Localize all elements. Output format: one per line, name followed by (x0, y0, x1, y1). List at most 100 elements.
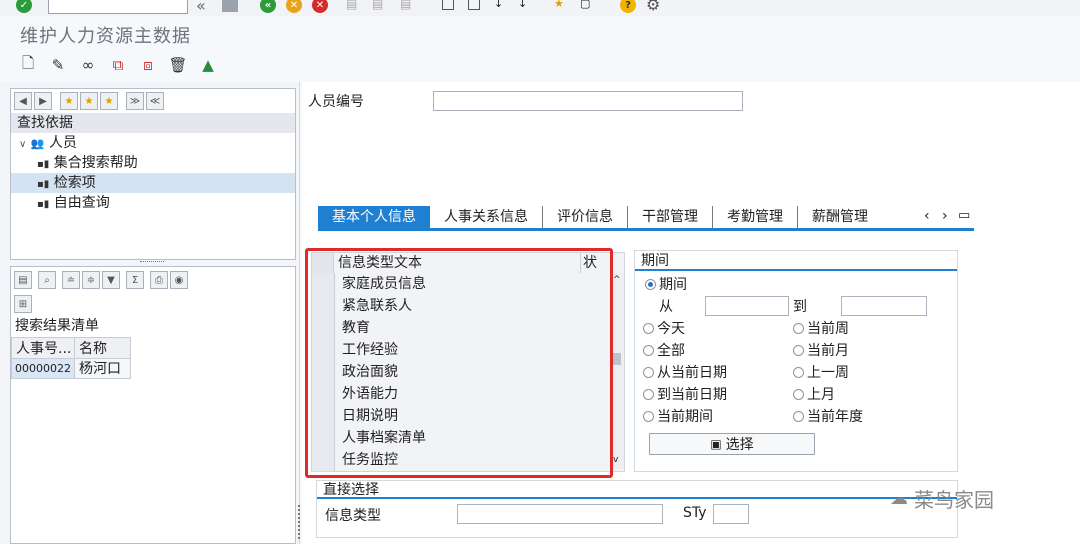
radio-selected-icon[interactable] (645, 278, 656, 290)
scroll-up-icon[interactable]: ^ (613, 275, 621, 285)
save-icon[interactable] (222, 0, 238, 12)
radio-label: 上一周 (807, 365, 849, 381)
tree-item-search-term[interactable]: ▪▮ 检索项 (11, 173, 295, 193)
radio-icon[interactable] (793, 388, 804, 400)
radio-icon[interactable] (793, 366, 804, 378)
cancel-icon[interactable]: ✕ (312, 0, 328, 13)
radio-last-week[interactable]: 上一周 (793, 361, 943, 383)
expand-all-icon[interactable]: ≫ (126, 92, 144, 110)
from-date-input[interactable] (705, 296, 789, 316)
tab-employment-relation[interactable]: 人事关系信息 (430, 206, 543, 228)
subtype-input[interactable] (713, 504, 749, 524)
radio-icon[interactable] (793, 322, 804, 334)
radio-period[interactable]: 期间 (635, 273, 957, 295)
radio-current-year[interactable]: 当前年度 (793, 405, 943, 427)
tree-item-collective-search[interactable]: ▪▮ 集合搜索帮助 (11, 153, 295, 173)
options-right: 当前周 当前月 上一周 上月 当前年度 (793, 317, 943, 427)
tab-list-icon[interactable]: ▭ (958, 208, 970, 223)
column-header-name[interactable]: 名称 (75, 337, 131, 359)
enter-check-icon[interactable]: ✓ (16, 0, 32, 13)
details-icon[interactable]: ▤ (14, 271, 32, 289)
radio-icon[interactable] (793, 410, 804, 422)
settings-gear-icon[interactable]: ⚙ (646, 0, 660, 14)
radio-from-today[interactable]: 从当前日期 (643, 361, 793, 383)
back-chevron-icon[interactable]: « (196, 0, 206, 15)
command-field[interactable] (48, 0, 188, 14)
to-date-input[interactable] (841, 296, 927, 316)
tab-time-management[interactable]: 考勤管理 (713, 206, 798, 228)
find-icon[interactable]: ⌕ (38, 271, 56, 289)
find-next-icon[interactable]: ▤ (400, 0, 411, 11)
nav-back-icon[interactable]: ◀ (14, 92, 32, 110)
favorite-edit-icon[interactable]: ★ (100, 92, 118, 110)
copy-icon[interactable]: ⧉ (108, 55, 128, 75)
prev-page-icon[interactable] (468, 0, 480, 10)
radio-current-period[interactable]: 当前期间 (643, 405, 793, 427)
overview-mountain-icon[interactable]: ▲ (198, 55, 218, 75)
scroll-thumb[interactable] (613, 353, 621, 365)
column-header-id[interactable]: 人事号... (11, 337, 75, 359)
first-page-icon[interactable] (442, 0, 454, 10)
tab-appraisal[interactable]: 评价信息 (543, 206, 628, 228)
filter-icon[interactable]: ▼ (102, 271, 120, 289)
radio-icon[interactable] (793, 344, 804, 356)
change-pencil-icon[interactable]: ✎ (48, 55, 68, 75)
create-icon[interactable]: 🗋 (18, 54, 38, 75)
sort-desc-icon[interactable]: ≑ (82, 271, 100, 289)
back-icon[interactable]: « (260, 0, 276, 13)
last-page-icon[interactable]: ↓ (518, 0, 527, 10)
find-icon[interactable]: ▤ (372, 0, 383, 11)
radio-label: 全部 (657, 343, 685, 359)
direct-selection-title: 直接选择 (317, 481, 957, 499)
next-page-icon[interactable]: ↓ (494, 0, 503, 10)
select-button[interactable]: ▣ 选择 (649, 433, 815, 455)
system-toolbar: ✓ « « ✕ ✕ ▤ ▤ ▤ ↓ ↓ ★ ▢ ? ⚙ (0, 0, 1080, 16)
tab-scroll-right-icon[interactable]: › (942, 208, 948, 224)
delimit-icon[interactable]: ⧈ (138, 55, 158, 75)
export-icon[interactable]: ⊞ (14, 295, 32, 313)
cell-id[interactable]: 00000022 (11, 359, 75, 379)
tab-compensation[interactable]: 薪酬管理 (798, 206, 882, 228)
view-icon[interactable]: ◉ (170, 271, 188, 289)
radio-icon[interactable] (643, 388, 654, 400)
sum-icon[interactable]: Σ (126, 271, 144, 289)
tree-item-person[interactable]: ∨ 👥 人员 (11, 133, 295, 153)
radio-to-today[interactable]: 到当前日期 (643, 383, 793, 405)
radio-current-week[interactable]: 当前周 (793, 317, 943, 339)
new-session-icon[interactable]: ★ (554, 0, 564, 10)
radio-icon[interactable] (643, 366, 654, 378)
from-label: 从 (659, 299, 673, 315)
collapse-all-icon[interactable]: ≪ (146, 92, 164, 110)
print-icon[interactable]: ▤ (346, 0, 357, 11)
tab-basic-personal[interactable]: 基本个人信息 (318, 206, 430, 228)
shortcut-icon[interactable]: ▢ (580, 0, 590, 10)
display-glasses-icon[interactable]: ∞ (78, 55, 98, 75)
radio-icon[interactable] (643, 322, 654, 334)
exit-icon[interactable]: ✕ (286, 0, 302, 13)
radio-all[interactable]: 全部 (643, 339, 793, 361)
navigation-box: ◀ ▶ ★ ★ ★ ≫ ≪ 查找依据 ∨ 👥 人员 ▪▮ 集合搜索帮助 ▪▮ 检… (10, 88, 296, 260)
nav-forward-icon[interactable]: ▶ (34, 92, 52, 110)
tab-scroll-left-icon[interactable]: ‹ (924, 208, 930, 224)
tree-item-free-search[interactable]: ▪▮ 自由查询 (11, 193, 295, 213)
favorite-add-icon[interactable]: ★ (60, 92, 78, 110)
radio-today[interactable]: 今天 (643, 317, 793, 339)
radio-last-month[interactable]: 上月 (793, 383, 943, 405)
print-icon[interactable]: ⎙ (150, 271, 168, 289)
sort-asc-icon[interactable]: ≐ (62, 271, 80, 289)
scroll-down-icon[interactable]: v (613, 455, 618, 465)
chevron-down-icon[interactable]: ∨ (19, 139, 26, 150)
radio-icon[interactable] (643, 344, 654, 356)
radio-current-month[interactable]: 当前月 (793, 339, 943, 361)
splitter-handle[interactable] (140, 261, 164, 264)
favorite-icon[interactable]: ★ (80, 92, 98, 110)
radio-icon[interactable] (643, 410, 654, 422)
infotype-input[interactable] (457, 504, 663, 524)
application-toolbar: 🗋 ✎ ∞ ⧉ ⧈ 🗑 ▲ (18, 54, 218, 76)
table-row[interactable]: 00000022 杨河口 (11, 359, 295, 379)
delete-trash-icon[interactable]: 🗑 (168, 55, 188, 75)
cell-name[interactable]: 杨河口 (75, 359, 131, 379)
personnel-no-input[interactable] (433, 91, 743, 111)
tab-cadre-management[interactable]: 干部管理 (628, 206, 713, 228)
help-icon[interactable]: ? (620, 0, 636, 13)
